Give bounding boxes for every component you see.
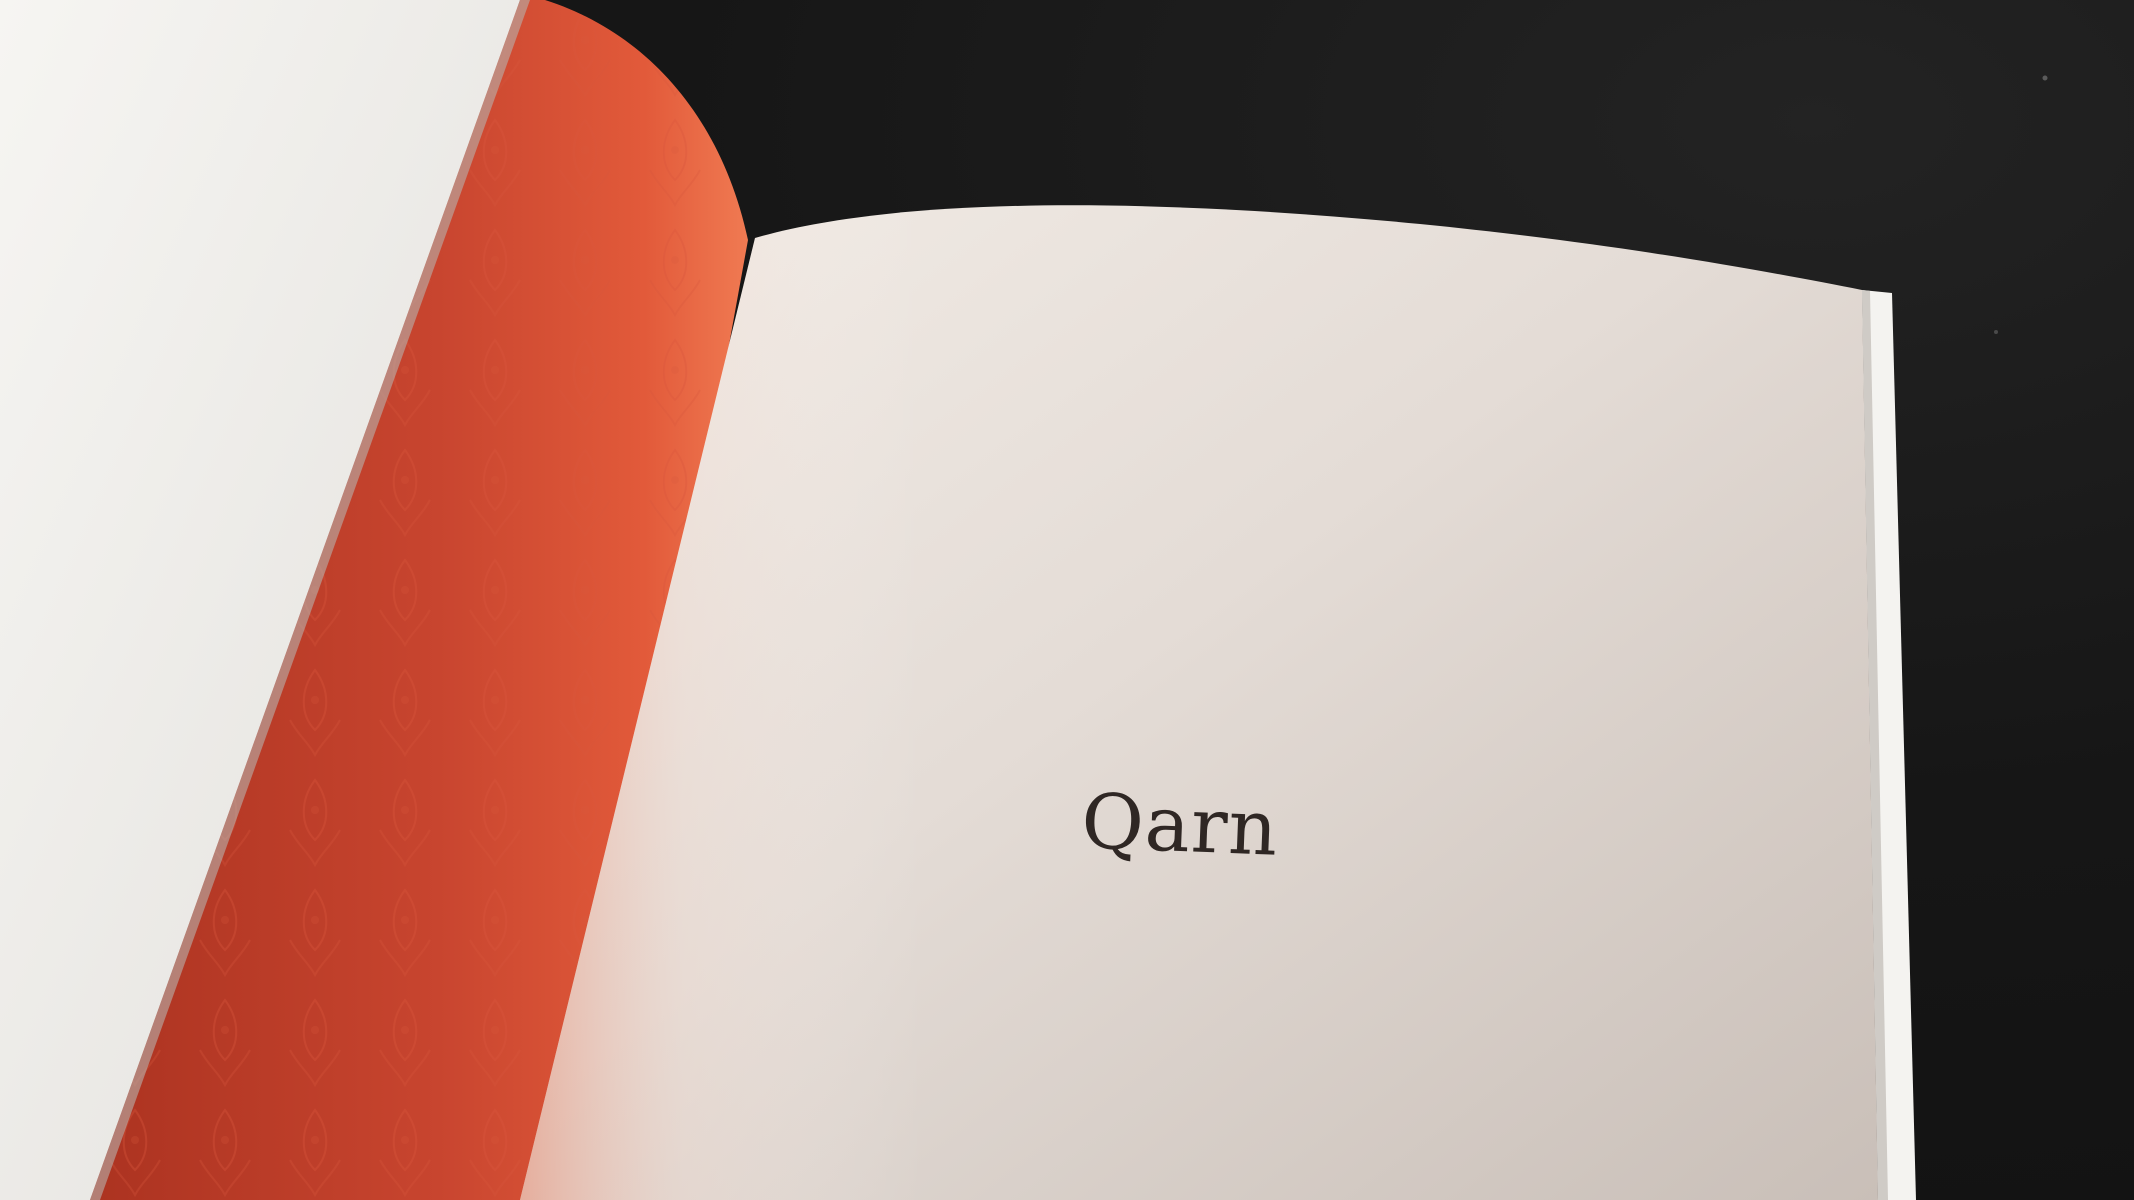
- photo-scene: Qarn: [0, 0, 2134, 1200]
- open-book-illustration: [0, 0, 2048, 1200]
- page-title-text: Qarn: [1079, 776, 1281, 873]
